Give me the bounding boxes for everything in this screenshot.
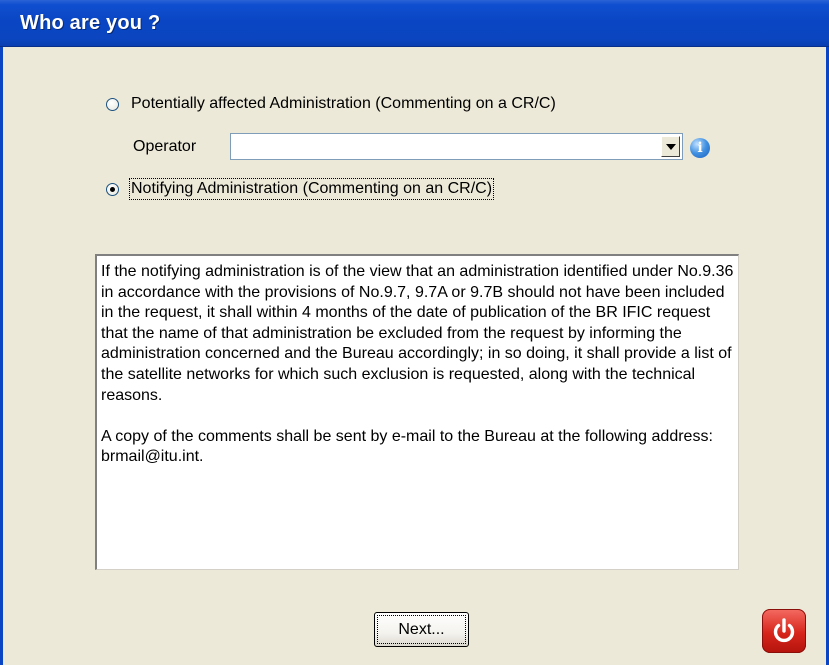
power-symbol [773,618,795,643]
option-affected-administration[interactable]: Potentially affected Administration (Com… [106,95,556,113]
affected-label: Potentially affected Administration (Com… [131,95,556,112]
dropdown-arrow-button[interactable] [661,136,680,157]
chevron-down-icon [665,143,676,150]
next-button[interactable]: Next... [374,612,469,647]
info-paragraph-1: If the notifying administration is of th… [101,263,734,404]
affected-radio[interactable] [106,97,119,111]
info-text-area[interactable]: If the notifying administration is of th… [95,254,739,570]
window-frame-left [0,47,3,665]
info-paragraph-2: A copy of the comments shall be sent by … [101,427,713,466]
next-button-focus-ring [377,615,466,644]
notifying-radio[interactable] [106,182,119,196]
option-notifying-administration[interactable]: Notifying Administration (Commenting on … [106,178,495,200]
operator-label: Operator [133,138,197,155]
title-bar: Who are you ? [0,0,829,47]
window-title: Who are you ? [20,12,161,34]
notifying-label: Notifying Administration (Commenting on … [128,178,495,200]
info-icon[interactable]: i [690,138,710,158]
operator-dropdown[interactable] [230,133,683,160]
power-icon[interactable] [762,609,806,653]
